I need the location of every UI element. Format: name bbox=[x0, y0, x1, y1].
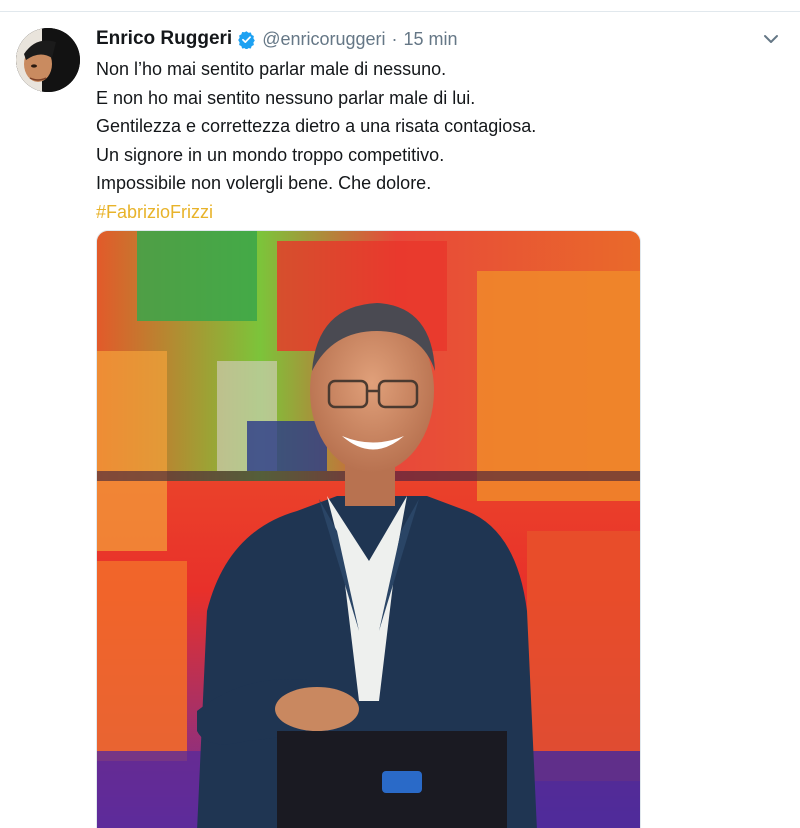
tweet-text-line: Gentilezza e correttezza dietro a una ri… bbox=[96, 116, 537, 136]
verified-badge-icon bbox=[237, 30, 256, 50]
tweet-page: Enrico Ruggeri @enricoruggeri · 15 min N… bbox=[0, 0, 800, 828]
tweet-header: Enrico Ruggeri @enricoruggeri · 15 min bbox=[96, 27, 458, 51]
tweet-media-photo[interactable] bbox=[96, 230, 641, 828]
tweet-text-line: Non l’ho mai sentito parlar male di ness… bbox=[96, 59, 447, 79]
avatar[interactable] bbox=[16, 28, 80, 92]
tweet-text: Non l’ho mai sentito parlar male di ness… bbox=[96, 55, 736, 226]
tweet-text-line: E non ho mai sentito nessuno parlar male… bbox=[96, 87, 476, 108]
hashtag-link[interactable]: #FabrizioFrizzi bbox=[96, 198, 736, 227]
tweet-text-line: Impossibile non volergli bene. Che dolor… bbox=[96, 173, 432, 193]
author-name[interactable]: Enrico Ruggeri bbox=[96, 28, 232, 50]
separator-dot: · bbox=[391, 28, 398, 49]
author-handle[interactable]: @enricoruggeri bbox=[262, 29, 385, 50]
chevron-down-icon[interactable] bbox=[762, 30, 780, 48]
tweet-timestamp[interactable]: 15 min bbox=[404, 29, 458, 50]
divider bbox=[0, 11, 800, 12]
tweet-text-line: Un signore in un mondo troppo competitiv… bbox=[96, 144, 445, 165]
